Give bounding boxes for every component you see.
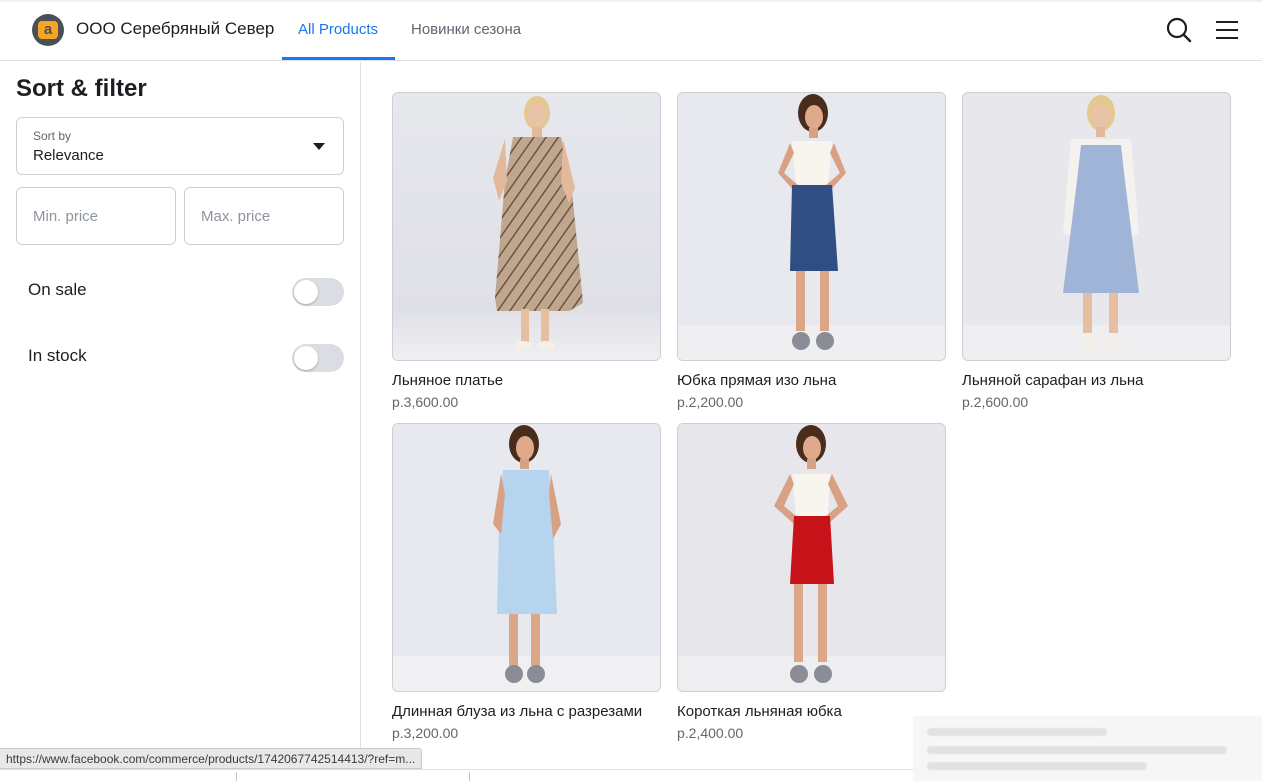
product-image[interactable] [962, 92, 1231, 361]
toggle-knob [294, 280, 318, 304]
sort-by-label: Sort by [33, 129, 72, 143]
shop-name[interactable]: ООО Серебряный Север [76, 19, 274, 39]
product-price: р.2,400.00 [677, 725, 744, 741]
product-title[interactable]: Льняной сарафан из льна [962, 372, 1144, 389]
sort-by-dropdown[interactable]: Sort by Relevance [16, 117, 344, 175]
active-tab-indicator [282, 57, 395, 60]
tab-all-products[interactable]: All Products [298, 21, 378, 38]
product-title[interactable]: Льняное платье [392, 372, 503, 389]
in-stock-label: In stock [28, 346, 87, 365]
product-price: р.3,200.00 [392, 725, 459, 741]
footer-divider [236, 772, 237, 781]
product-price: р.3,600.00 [392, 394, 459, 410]
sidebar-title: Sort & filter [16, 75, 147, 102]
product-title[interactable]: Длинная блуза из льна с разрезами [392, 703, 642, 720]
max-price-input[interactable] [184, 187, 344, 245]
toggle-knob [294, 346, 318, 370]
logo-letter: a [38, 21, 58, 39]
product-image[interactable] [677, 92, 946, 361]
status-bar-url: https://www.facebook.com/commerce/produc… [0, 748, 423, 769]
product-image[interactable] [392, 423, 661, 692]
blurred-notification [913, 716, 1262, 781]
product-price: р.2,600.00 [962, 394, 1029, 410]
filter-sidebar: Sort & filter Sort by Relevance On sale … [0, 62, 361, 781]
shop-logo[interactable]: a [32, 14, 64, 46]
menu-icon[interactable] [1213, 16, 1241, 44]
top-navigation-bar: a ООО Серебряный Север All Products Нови… [0, 0, 1262, 61]
product-title[interactable]: Короткая льняная юбка [677, 703, 842, 720]
on-sale-label: On sale [28, 280, 87, 299]
in-stock-toggle[interactable] [292, 344, 344, 372]
caret-down-icon [313, 143, 325, 150]
product-image[interactable] [677, 423, 946, 692]
product-price: р.2,200.00 [677, 394, 744, 410]
footer-divider [469, 772, 470, 781]
sort-by-value: Relevance [33, 147, 104, 164]
on-sale-toggle[interactable] [292, 278, 344, 306]
search-icon[interactable] [1165, 16, 1193, 44]
product-title[interactable]: Юбка прямая изо льна [677, 372, 836, 389]
product-image[interactable] [392, 92, 661, 361]
tab-new-season[interactable]: Новинки сезона [411, 21, 521, 38]
min-price-input[interactable] [16, 187, 176, 245]
